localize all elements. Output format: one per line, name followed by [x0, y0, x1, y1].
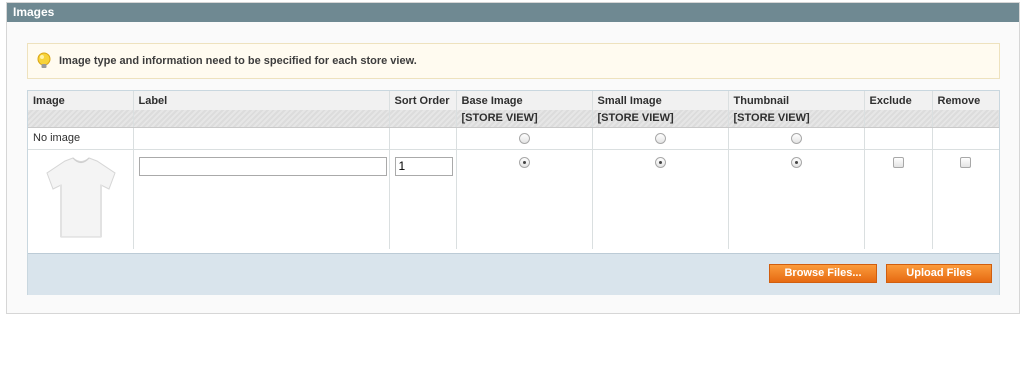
exclude-checkbox[interactable]	[892, 156, 904, 168]
remove-checkbox[interactable]	[960, 156, 972, 168]
browse-files-button[interactable]: Browse Files...	[769, 264, 877, 283]
panel-title: Images	[7, 3, 1019, 22]
image-row	[28, 149, 999, 249]
column-header-image: Image	[28, 91, 134, 110]
notice-text: Image type and information need to be sp…	[59, 55, 417, 67]
upload-files-button[interactable]: Upload Files	[886, 264, 992, 283]
scope-exclude	[864, 110, 933, 128]
thumbnail-radio[interactable]	[790, 156, 802, 168]
image-label-input[interactable]	[138, 156, 387, 176]
notice-box: Image type and information need to be sp…	[27, 43, 1000, 79]
scope-label	[133, 110, 390, 128]
scope-thumbnail: [STORE VIEW]	[728, 110, 865, 128]
column-header-base-image: Base Image	[456, 91, 593, 110]
scope-small-image: [STORE VIEW]	[592, 110, 729, 128]
column-header-remove: Remove	[932, 91, 999, 110]
no-image-row: No image	[28, 127, 999, 150]
base-image-radio[interactable]	[518, 156, 530, 168]
images-grid: Image Label Sort Order Base Image Small …	[27, 90, 1000, 295]
no-image-thumbnail-radio[interactable]	[790, 132, 802, 144]
tshirt-image[interactable]	[33, 153, 129, 243]
sort-order-input[interactable]	[394, 156, 453, 176]
no-image-small-radio[interactable]	[654, 132, 666, 144]
scope-sort-order	[389, 110, 457, 128]
column-header-exclude: Exclude	[864, 91, 933, 110]
column-header-sort-order: Sort Order	[389, 91, 457, 110]
column-header-label: Label	[133, 91, 390, 110]
lightbulb-icon	[36, 52, 52, 70]
column-header-thumbnail: Thumbnail	[728, 91, 865, 110]
scope-base-image: [STORE VIEW]	[456, 110, 593, 128]
no-image-label: No image	[28, 127, 134, 150]
no-image-base-radio[interactable]	[518, 132, 530, 144]
upload-footer: Browse Files... Upload Files	[28, 253, 999, 295]
column-header-small-image: Small Image	[592, 91, 729, 110]
small-image-radio[interactable]	[654, 156, 666, 168]
images-panel: Images Image type and information need t…	[6, 2, 1020, 314]
scope-image	[28, 110, 134, 128]
scope-remove	[932, 110, 999, 128]
